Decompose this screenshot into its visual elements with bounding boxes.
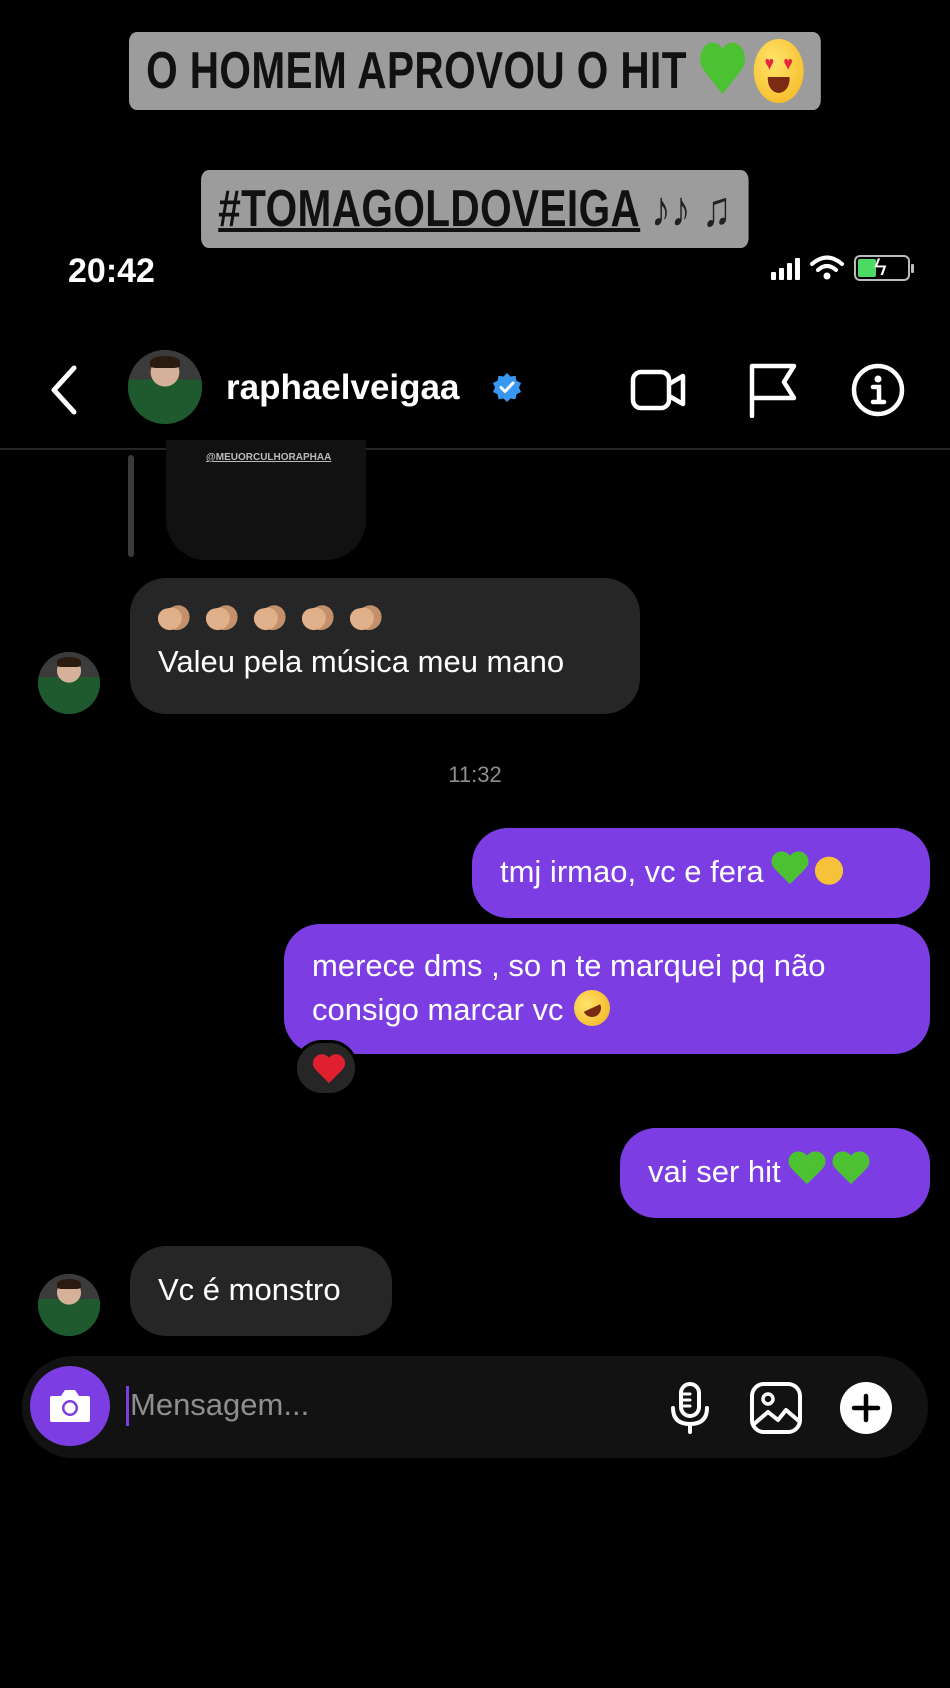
heart-eyes-emoji-icon: ♥ ♥: [753, 39, 804, 103]
chat-header: raphaelveigaa: [0, 340, 950, 450]
plus-icon[interactable]: [838, 1380, 894, 1436]
green-heart-emoji-icon: [772, 852, 808, 886]
battery-icon: ϟ: [854, 255, 914, 281]
camera-button[interactable]: [30, 1366, 110, 1446]
avatar[interactable]: [128, 350, 202, 424]
message-composer: [22, 1356, 928, 1458]
story-caption-top: O HOMEM APROVOU O HIT ♥ ♥: [128, 32, 822, 110]
reply-indicator-line: [128, 455, 134, 557]
rofl-emoji-icon: [567, 984, 616, 1032]
status-time: 20:42: [68, 252, 155, 290]
info-icon[interactable]: [850, 362, 906, 418]
message-incoming[interactable]: Valeu pela música meu mano: [130, 578, 640, 714]
status-icons: ϟ: [771, 255, 914, 281]
clapping-hands-emoji-icon: [811, 852, 846, 886]
message-text: Vc é monstro: [158, 1272, 341, 1307]
message-text: tmj irmao, vc e fera: [500, 854, 764, 889]
signal-icon: [771, 256, 800, 280]
text-cursor: [126, 1386, 129, 1426]
message-outgoing[interactable]: merece dms , so n te marquei pq não cons…: [284, 924, 930, 1054]
clapping-hands-emoji-icon: [158, 598, 612, 640]
microphone-icon[interactable]: [662, 1380, 718, 1436]
green-heart-emoji-icon: [789, 1152, 825, 1186]
message-text-line-2: consigo marcar vc: [312, 992, 564, 1027]
chat-username[interactable]: raphaelveigaa: [226, 368, 459, 408]
camera-icon: [50, 1390, 90, 1422]
message-incoming[interactable]: Vc é monstro: [130, 1246, 392, 1336]
shared-post-card[interactable]: @MEUORCULHORAPHAA: [166, 440, 366, 560]
message-input[interactable]: [130, 1380, 570, 1430]
green-heart-emoji-icon: [699, 44, 746, 98]
flag-icon[interactable]: [746, 362, 802, 418]
story-caption-top-text: O HOMEM APROVOU O HIT: [146, 42, 687, 100]
back-chevron-icon[interactable]: [44, 360, 84, 420]
message-text: vai ser hit: [648, 1154, 781, 1189]
heart-reaction-badge[interactable]: [294, 1040, 358, 1096]
verified-badge-icon: [493, 373, 521, 402]
message-text: Valeu pela música meu mano: [158, 644, 565, 679]
music-notes-emoji-icon: ♪♪ ♫: [651, 181, 732, 237]
hashtag-text: #TOMAGOLDOVEIGA: [218, 180, 641, 238]
message-outgoing[interactable]: vai ser hit: [620, 1128, 930, 1218]
avatar[interactable]: [38, 1274, 100, 1336]
video-call-icon[interactable]: [630, 362, 686, 418]
avatar[interactable]: [38, 652, 100, 714]
message-outgoing[interactable]: tmj irmao, vc e fera: [472, 828, 930, 918]
story-caption-hashtag: #TOMAGOLDOVEIGA ♪♪ ♫: [201, 170, 749, 248]
message-text-line-1: merece dms , so n te marquei pq não: [312, 948, 826, 983]
red-heart-icon: [313, 1055, 345, 1085]
gallery-icon[interactable]: [748, 1380, 804, 1436]
green-heart-emoji-icon: [833, 1152, 869, 1186]
message-timestamp: 11:32: [448, 762, 502, 787]
shared-post-handle: @MEUORCULHORAPHAA: [206, 452, 332, 463]
wifi-icon: [810, 255, 844, 280]
